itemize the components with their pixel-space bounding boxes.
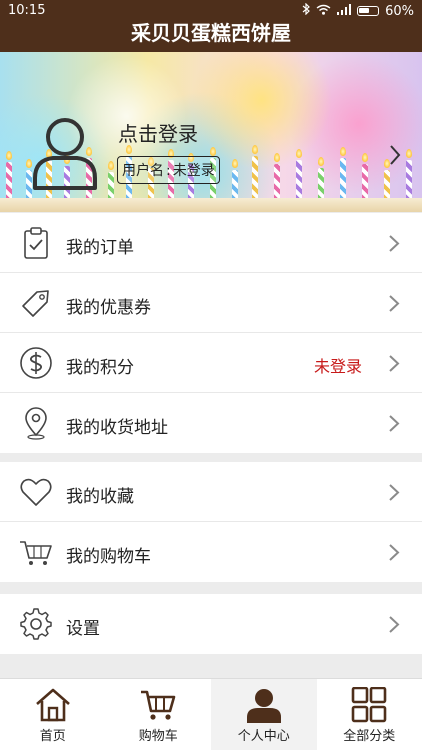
clipboard-check-icon [24, 227, 48, 259]
chevron-right-icon [389, 616, 400, 633]
battery-icon [357, 6, 380, 16]
wifi-icon [316, 4, 331, 19]
points-status: 未登录 [313, 357, 362, 376]
menu-item-settings[interactable]: 设置 [0, 594, 422, 654]
menu-group-shopping: 我的收藏 我的购物车 [0, 462, 422, 582]
menu-item-cart[interactable]: 我的购物车 [0, 522, 422, 582]
menu-item-points[interactable]: 我的积分 未登录 [0, 333, 422, 393]
person-icon [33, 118, 97, 190]
tag-icon [22, 290, 49, 317]
chevron-right-icon [389, 295, 400, 312]
bluetooth-icon [302, 2, 310, 19]
menu-group-account: 我的订单 我的优惠券 我的积分 未登录 我的收货地址 [0, 213, 422, 453]
cart-icon [141, 690, 176, 720]
menu-item-orders[interactable]: 我的订单 [0, 213, 422, 273]
menu-item-coupons[interactable]: 我的优惠券 [0, 273, 422, 333]
chevron-right-icon [389, 484, 400, 501]
status-time: 10:15 [8, 3, 46, 18]
username-label: 用户名 [122, 163, 164, 179]
status-bar: 10:15 60% [0, 0, 422, 22]
menu-item-addresses[interactable]: 我的收货地址 [0, 393, 422, 453]
tab-home[interactable]: 首页 [0, 679, 106, 750]
tab-label: 首页 [39, 729, 66, 744]
dollar-coin-icon [20, 347, 52, 379]
username-value: 未登录 [172, 163, 215, 179]
username-display: 用户名: 未登录 [117, 156, 220, 184]
home-icon [35, 688, 70, 722]
chevron-right-icon [389, 235, 400, 252]
menu-item-label: 我的订单 [66, 238, 134, 258]
menu-group-settings: 设置 [0, 594, 422, 654]
profile-banner[interactable]: 点击登录 用户名: 未登录 [0, 52, 422, 212]
menu-item-favorites[interactable]: 我的收藏 [0, 462, 422, 522]
heart-icon [20, 478, 52, 506]
chevron-right-icon [389, 544, 400, 561]
app-title: 采贝贝蛋糕西饼屋 [0, 22, 422, 52]
login-prompt[interactable]: 点击登录 [118, 118, 198, 147]
cake-decoration [0, 198, 422, 212]
chevron-right-icon[interactable] [388, 144, 402, 166]
cart-icon [20, 541, 52, 565]
tab-label: 全部分类 [343, 729, 396, 744]
tab-cart[interactable]: 购物车 [106, 679, 212, 750]
avatar[interactable] [28, 112, 102, 192]
status-indicators: 60% [302, 2, 414, 19]
gear-icon [20, 608, 52, 640]
menu-item-label: 设置 [66, 619, 100, 639]
battery-percent: 60% [385, 3, 414, 19]
chevron-right-icon [389, 415, 400, 432]
tab-categories[interactable]: 全部分类 [317, 679, 422, 750]
tab-label: 个人中心 [237, 729, 290, 744]
menu-item-label: 我的积分 [66, 358, 134, 378]
chevron-right-icon [389, 355, 400, 372]
menu-item-label: 我的收货地址 [66, 418, 168, 438]
person-icon [246, 689, 281, 723]
menu-item-label: 我的收藏 [66, 487, 134, 507]
grid-icon [351, 687, 387, 723]
location-pin-icon [25, 407, 47, 440]
username-separator: : [166, 163, 171, 179]
signal-icon [337, 3, 352, 19]
menu-item-label: 我的购物车 [66, 547, 151, 567]
menu-item-label: 我的优惠券 [66, 298, 151, 318]
bottom-tab-bar: 首页 购物车 个人中心 全部分类 [0, 678, 422, 750]
tab-profile[interactable]: 个人中心 [211, 679, 317, 750]
tab-label: 购物车 [138, 729, 178, 744]
